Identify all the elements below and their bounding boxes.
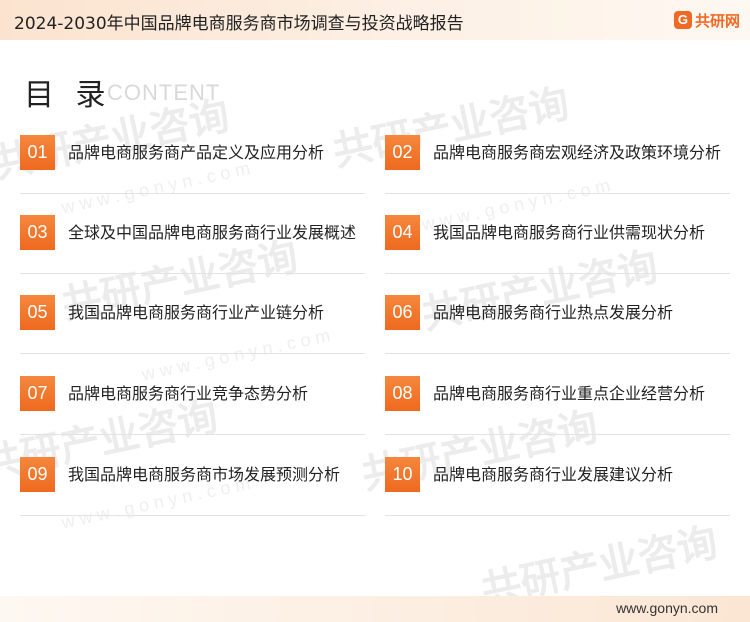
toc-item-number: 08 [385, 376, 420, 411]
divider [385, 353, 730, 354]
toc-item-number: 10 [385, 457, 420, 492]
divider [20, 273, 365, 274]
toc-item-09[interactable]: 09 我国品牌电商服务商市场发展预测分析 [20, 445, 365, 516]
divider [20, 434, 365, 435]
toc-item-06[interactable]: 06 品牌电商服务商行业热点发展分析 [385, 283, 730, 354]
report-title: 2024-2030年中国品牌电商服务商市场调查与投资战略报告 [14, 14, 464, 34]
toc-item-number: 04 [385, 215, 420, 250]
brand-logo-icon: G [673, 11, 692, 29]
toc-heading: 目 录 [24, 78, 112, 113]
divider [20, 515, 365, 516]
watermark-text: 共研产业咨询 [477, 520, 721, 596]
divider [385, 193, 730, 194]
toc-item-label: 我国品牌电商服务商行业产业链分析 [68, 303, 325, 322]
toc-item-01[interactable]: 01 品牌电商服务商产品定义及应用分析 [20, 123, 365, 194]
divider [385, 273, 730, 274]
toc-item-number: 05 [20, 295, 55, 330]
toc-item-03[interactable]: 03 全球及中国品牌电商服务商行业发展概述 [20, 203, 365, 274]
toc-item-number: 03 [20, 215, 55, 250]
header-bar: 2024-2030年中国品牌电商服务商市场调查与投资战略报告 G 共研网 [0, 0, 750, 40]
toc-item-label: 品牌电商服务商行业竞争态势分析 [68, 384, 309, 403]
divider [385, 434, 730, 435]
toc-item-05[interactable]: 05 我国品牌电商服务商行业产业链分析 [20, 283, 365, 354]
divider [20, 353, 365, 354]
toc-item-number: 02 [385, 135, 420, 170]
toc-item-number: 06 [385, 295, 420, 330]
toc-item-08[interactable]: 08 品牌电商服务商行业重点企业经营分析 [385, 364, 730, 435]
toc-item-label: 品牌电商服务商行业发展建议分析 [433, 465, 674, 484]
divider [20, 193, 365, 194]
toc-item-04[interactable]: 04 我国品牌电商服务商行业供需现状分析 [385, 203, 730, 274]
toc-item-number: 09 [20, 457, 55, 492]
toc-item-label: 品牌电商服务商产品定义及应用分析 [68, 143, 325, 162]
toc-item-label: 品牌电商服务商行业热点发展分析 [433, 303, 674, 322]
brand-logo[interactable]: G 共研网 [673, 9, 740, 31]
divider [385, 515, 730, 516]
brand-name: 共研网 [694, 11, 740, 30]
toc-item-label: 品牌电商服务商宏观经济及政策环境分析 [433, 143, 722, 162]
toc-item-label: 全球及中国品牌电商服务商行业发展概述 [68, 223, 357, 242]
toc-item-07[interactable]: 07 品牌电商服务商行业竞争态势分析 [20, 364, 365, 435]
toc-item-02[interactable]: 02 品牌电商服务商宏观经济及政策环境分析 [385, 123, 730, 194]
toc-heading-sub: CONTENT [107, 80, 221, 105]
toc-item-label: 我国品牌电商服务商行业供需现状分析 [433, 223, 706, 242]
footer-url[interactable]: www.gonyn.com [616, 600, 718, 616]
toc-item-label: 我国品牌电商服务商市场发展预测分析 [68, 465, 341, 484]
toc-item-number: 01 [20, 135, 55, 170]
toc-item-number: 07 [20, 376, 55, 411]
toc-item-label: 品牌电商服务商行业重点企业经营分析 [433, 384, 706, 403]
toc-item-10[interactable]: 10 品牌电商服务商行业发展建议分析 [385, 445, 730, 516]
footer-bar: www.gonyn.com [0, 596, 750, 622]
